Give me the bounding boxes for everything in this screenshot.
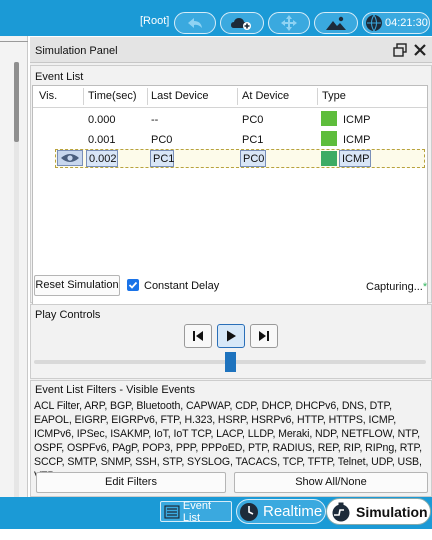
workspace-scrollbar-thumb[interactable]	[14, 62, 19, 142]
show-all-none-button[interactable]: Show All/None	[234, 472, 428, 493]
step-back-icon	[193, 331, 203, 341]
simulation-mode-button[interactable]: Simulation	[326, 498, 431, 525]
column-divider	[147, 88, 148, 105]
event-table: Vis. Time(sec) Last Device At Device Typ…	[32, 85, 428, 306]
status-strip	[0, 529, 432, 540]
column-divider	[237, 88, 238, 105]
column-header-type[interactable]: Type	[322, 90, 346, 102]
move-button[interactable]	[268, 12, 310, 34]
row-last-device: PC0	[151, 134, 173, 146]
simulation-clock: 04:21:30	[362, 12, 430, 34]
check-icon	[128, 281, 138, 289]
step-forward-button[interactable]	[250, 324, 278, 348]
cluster-add-button[interactable]	[220, 12, 264, 34]
cloud-add-icon	[231, 18, 251, 30]
edit-filters-button[interactable]: Edit Filters	[36, 472, 226, 493]
simulation-panel: Simulation Panel Event List Vis. Time(se…	[30, 37, 432, 497]
simulation-stopwatch-icon	[332, 502, 350, 521]
reset-simulation-button[interactable]: Reset Simulation	[34, 275, 120, 296]
type-color-swatch	[321, 151, 337, 166]
capturing-text: Capturing...	[366, 281, 423, 293]
column-header-time[interactable]: Time(sec)	[88, 90, 136, 102]
column-header-vis[interactable]: Vis.	[39, 90, 57, 102]
clock-time: 04:21:30	[385, 17, 428, 29]
row-at-device: PC1	[242, 134, 264, 146]
divider	[0, 41, 28, 42]
visible-events-list: ACL Filter, ARP, BGP, Bluetooth, CAPWAP,…	[34, 400, 422, 482]
back-button[interactable]	[174, 12, 216, 34]
column-divider	[317, 88, 318, 105]
row-last-device: --	[151, 114, 159, 126]
realtime-mode-label: Realtime	[263, 503, 323, 520]
background-image-button[interactable]	[314, 12, 358, 34]
panel-header: Simulation Panel	[30, 37, 432, 63]
event-list-toggle-label: Event List	[182, 499, 212, 524]
row-type: ICMP	[339, 150, 371, 167]
event-list-title: Event List	[35, 71, 84, 83]
step-forward-icon	[259, 331, 269, 341]
row-at-device: PC0	[240, 150, 266, 167]
column-header-last-device[interactable]: Last Device	[151, 90, 208, 102]
constant-delay-checkbox[interactable]	[127, 279, 139, 291]
list-icon	[164, 504, 180, 519]
column-header-at-device[interactable]: At Device	[242, 90, 289, 102]
row-at-device: PC0	[242, 114, 264, 126]
float-window-icon[interactable]	[393, 43, 407, 57]
top-toolbar: [Root] 04:21:30	[0, 0, 432, 36]
capturing-indicator: *	[422, 281, 428, 293]
visibility-eye-icon[interactable]	[57, 150, 83, 166]
realtime-mode-button[interactable]: Realtime	[236, 499, 326, 524]
eye-icon	[61, 154, 79, 162]
globe-clock-icon	[366, 14, 382, 32]
header-divider	[33, 107, 427, 108]
row-time: 0.000	[88, 114, 116, 126]
capturing-status: Capturing...*	[366, 281, 427, 293]
close-icon[interactable]	[412, 42, 428, 58]
mountain-image-icon	[326, 16, 346, 30]
row-time: 0.001	[88, 134, 116, 146]
undo-arrow-icon	[188, 18, 202, 28]
column-divider	[83, 88, 84, 105]
constant-delay-label[interactable]: Constant Delay	[144, 280, 219, 292]
workspace-edge	[0, 36, 28, 506]
type-color-swatch	[321, 131, 337, 146]
play-button[interactable]	[217, 324, 245, 348]
step-back-button[interactable]	[184, 324, 212, 348]
play-controls-title: Play Controls	[35, 309, 101, 321]
row-time: 0.002	[86, 150, 118, 167]
simulation-mode-label: Simulation	[356, 503, 428, 520]
root-label[interactable]: [Root]	[140, 15, 169, 27]
row-type: ICMP	[343, 114, 371, 126]
panel-title: Simulation Panel	[35, 45, 118, 57]
type-color-swatch	[321, 111, 337, 126]
event-list-toggle-button[interactable]: Event List	[160, 499, 232, 524]
play-icon	[227, 330, 236, 342]
filters-title: Event List Filters - Visible Events	[35, 384, 195, 396]
move-arrows-icon	[281, 15, 297, 31]
row-type: ICMP	[343, 134, 371, 146]
row-last-device: PC1	[150, 150, 174, 167]
speed-slider-thumb[interactable]	[224, 352, 236, 372]
realtime-clock-icon	[240, 502, 258, 521]
